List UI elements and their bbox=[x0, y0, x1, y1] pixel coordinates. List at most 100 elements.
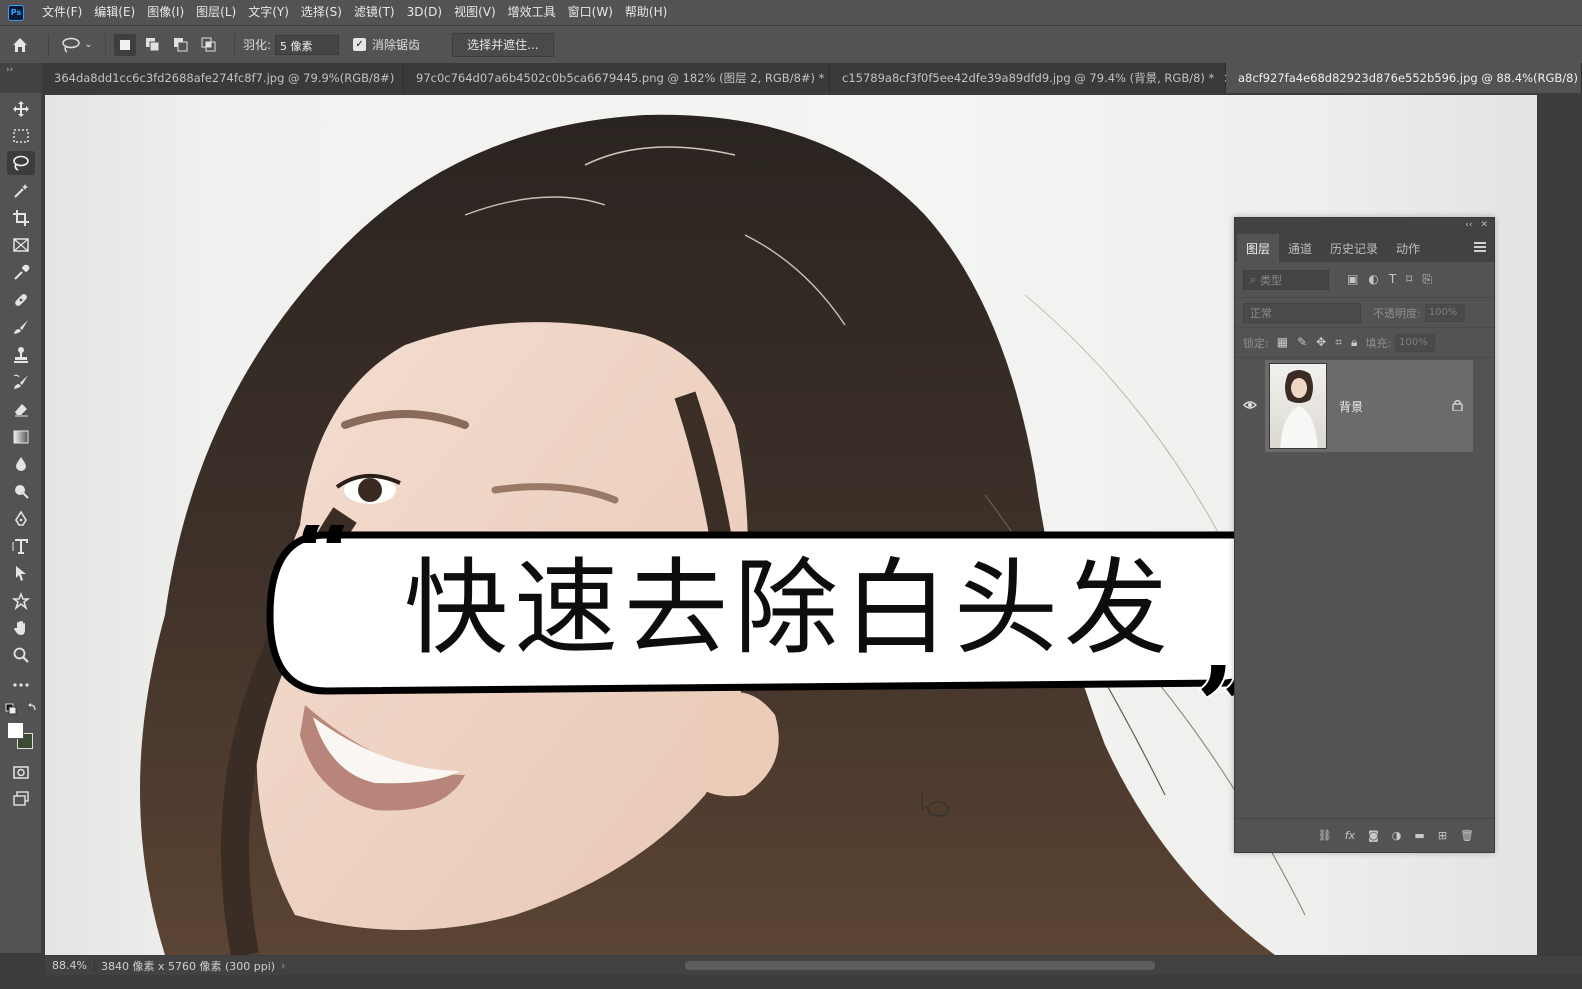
lasso-tool[interactable] bbox=[7, 151, 35, 175]
eraser-tool[interactable] bbox=[7, 397, 35, 421]
home-icon bbox=[13, 37, 27, 52]
edit-toolbar-button[interactable] bbox=[7, 673, 35, 697]
brush-tool[interactable] bbox=[7, 315, 35, 339]
menu-filter[interactable]: 滤镜(T) bbox=[348, 0, 401, 25]
path-selection-tool[interactable] bbox=[7, 561, 35, 585]
chevron-down-icon: ⌄ bbox=[84, 39, 93, 50]
frame-tool[interactable] bbox=[7, 233, 35, 257]
layer-item[interactable]: 背景 bbox=[1265, 360, 1473, 452]
select-and-mask-button[interactable]: 选择并遮住... bbox=[452, 32, 554, 57]
new-selection-button[interactable] bbox=[114, 33, 136, 56]
history-brush-tool[interactable] bbox=[7, 370, 35, 394]
menu-image[interactable]: 图像(I) bbox=[141, 0, 190, 25]
gradient-tool[interactable] bbox=[7, 425, 35, 449]
document-tab-1[interactable]: 364da8dd1cc6c3fd2688afe274fc8f7.jpg @ 79… bbox=[42, 63, 413, 93]
frame-icon bbox=[13, 238, 29, 252]
title-text: 快速去除白头发 bbox=[404, 547, 1175, 669]
add-to-selection-button[interactable] bbox=[142, 34, 164, 56]
lock-paint-icon[interactable]: ✎ bbox=[1297, 335, 1307, 350]
adjustment-filter-icon[interactable]: ◐ bbox=[1368, 272, 1378, 287]
eye-icon[interactable] bbox=[1235, 399, 1265, 413]
document-tab-4-active[interactable]: a8cf927fa4e68d82923d876e552b596.jpg @ 88… bbox=[1226, 63, 1582, 93]
panel-menu-icon[interactable] bbox=[1474, 242, 1486, 252]
dodge-tool[interactable] bbox=[7, 479, 35, 503]
status-menu-arrow[interactable]: › bbox=[281, 959, 285, 972]
screen-mode-button[interactable] bbox=[7, 787, 35, 811]
opacity-field[interactable]: 100% bbox=[1424, 303, 1465, 322]
lock-transparent-icon[interactable]: ▦ bbox=[1277, 335, 1288, 350]
tab-layers[interactable]: 图层 bbox=[1237, 234, 1280, 262]
menu-window[interactable]: 窗口(W) bbox=[562, 0, 619, 25]
tab-label: 97c0c764d07a6b4502c0b5ca6679445.png @ 18… bbox=[416, 71, 825, 85]
marquee-tool[interactable] bbox=[7, 124, 35, 148]
document-tab-2[interactable]: 97c0c764d07a6b4502c0b5ca6679445.png @ 18… bbox=[404, 63, 843, 93]
quick-mask-button[interactable] bbox=[7, 760, 35, 784]
panel-header: ‹‹ ✕ bbox=[1235, 218, 1494, 232]
subtract-from-selection-button[interactable] bbox=[170, 34, 192, 56]
add-selection-icon bbox=[146, 37, 160, 51]
close-icon[interactable]: ✕ bbox=[1480, 220, 1488, 230]
zoom-tool[interactable] bbox=[7, 643, 35, 667]
document-tab-3[interactable]: c15789a8cf3f0f5ee42dfe39a89dfd9.jpg @ 79… bbox=[830, 63, 1233, 93]
foreground-color-swatch[interactable] bbox=[7, 722, 24, 739]
document-size: 3840 像素 x 5760 像素 (300 ppi) bbox=[101, 959, 276, 973]
add-mask-icon[interactable]: ◙ bbox=[1368, 829, 1379, 842]
type-tool[interactable] bbox=[7, 534, 35, 558]
magnifier-icon bbox=[13, 647, 29, 663]
home-button[interactable] bbox=[0, 26, 40, 64]
move-tool[interactable] bbox=[7, 97, 35, 121]
lock-position-icon[interactable]: ✥ bbox=[1316, 335, 1326, 350]
default-colors-button[interactable] bbox=[4, 702, 38, 716]
blur-tool[interactable] bbox=[7, 452, 35, 476]
menu-plugins[interactable]: 增效工具 bbox=[502, 0, 562, 25]
clone-stamp-tool[interactable] bbox=[7, 343, 35, 367]
collapse-icon[interactable]: ‹‹ bbox=[1465, 220, 1472, 230]
lock-artboard-icon[interactable]: ⌗ bbox=[1335, 335, 1342, 350]
menu-view[interactable]: 视图(V) bbox=[448, 0, 502, 25]
color-swatches[interactable] bbox=[7, 722, 37, 750]
scrollbar-thumb[interactable] bbox=[685, 961, 1155, 970]
eyedropper-tool[interactable] bbox=[7, 261, 35, 285]
trash-icon[interactable]: 🗑︎ bbox=[1460, 829, 1474, 842]
intersect-selection-button[interactable] bbox=[198, 34, 220, 56]
fill-field[interactable]: 100% bbox=[1395, 333, 1436, 352]
menu-layer[interactable]: 图层(L) bbox=[190, 0, 242, 25]
custom-shape-tool[interactable] bbox=[7, 589, 35, 613]
lock-all-icon[interactable]: 🔒︎ bbox=[1351, 335, 1357, 350]
tab-history[interactable]: 历史记录 bbox=[1321, 234, 1387, 262]
zoom-level[interactable]: 88.4% bbox=[45, 959, 95, 972]
shape-filter-icon[interactable]: ⌑ bbox=[1406, 272, 1412, 287]
hand-tool[interactable] bbox=[7, 616, 35, 640]
feather-input[interactable]: 5 像素 bbox=[275, 34, 340, 55]
layer-row-background[interactable]: 背景 bbox=[1235, 359, 1496, 453]
layer-kind-select[interactable]: ⌕ 类型 bbox=[1243, 269, 1329, 290]
adjustment-layer-icon[interactable]: ◑ bbox=[1392, 829, 1402, 842]
move-icon bbox=[13, 101, 29, 117]
healing-brush-tool[interactable] bbox=[7, 288, 35, 312]
type-filter-icon[interactable]: T bbox=[1389, 272, 1396, 287]
brush-icon bbox=[14, 320, 28, 334]
magic-wand-tool[interactable] bbox=[7, 179, 35, 203]
collapse-panels-icon[interactable]: ›› bbox=[0, 63, 42, 93]
menu-3d[interactable]: 3D(D) bbox=[401, 0, 448, 25]
menu-file[interactable]: 文件(F) bbox=[36, 0, 88, 25]
lock-row: 锁定: ▦ ✎ ✥ ⌗ 🔒︎ 填充: 100% bbox=[1235, 328, 1494, 358]
crop-tool[interactable] bbox=[7, 206, 35, 230]
link-layers-icon[interactable]: ⛓︎ bbox=[1318, 829, 1332, 842]
menu-type[interactable]: 文字(Y) bbox=[242, 0, 295, 25]
fx-icon[interactable]: fx bbox=[1345, 829, 1355, 842]
antialias-checkbox[interactable]: ✓ bbox=[353, 38, 367, 51]
tool-preset-picker[interactable]: ⌄ bbox=[57, 37, 97, 53]
menu-help[interactable]: 帮助(H) bbox=[619, 0, 673, 25]
pixel-filter-icon[interactable]: ▣ bbox=[1347, 272, 1358, 287]
tab-channels[interactable]: 通道 bbox=[1279, 234, 1321, 262]
pen-tool[interactable] bbox=[7, 507, 35, 531]
tab-actions[interactable]: 动作 bbox=[1387, 234, 1429, 262]
smart-object-filter-icon[interactable]: ⎘ bbox=[1422, 272, 1432, 287]
blend-mode-select[interactable]: 正常 bbox=[1243, 302, 1361, 323]
new-layer-icon[interactable]: ⊞ bbox=[1438, 829, 1447, 842]
pen-icon bbox=[15, 510, 27, 526]
folder-icon[interactable]: ▬ bbox=[1414, 829, 1424, 842]
menu-edit[interactable]: 编辑(E) bbox=[88, 0, 141, 25]
menu-select[interactable]: 选择(S) bbox=[295, 0, 348, 25]
